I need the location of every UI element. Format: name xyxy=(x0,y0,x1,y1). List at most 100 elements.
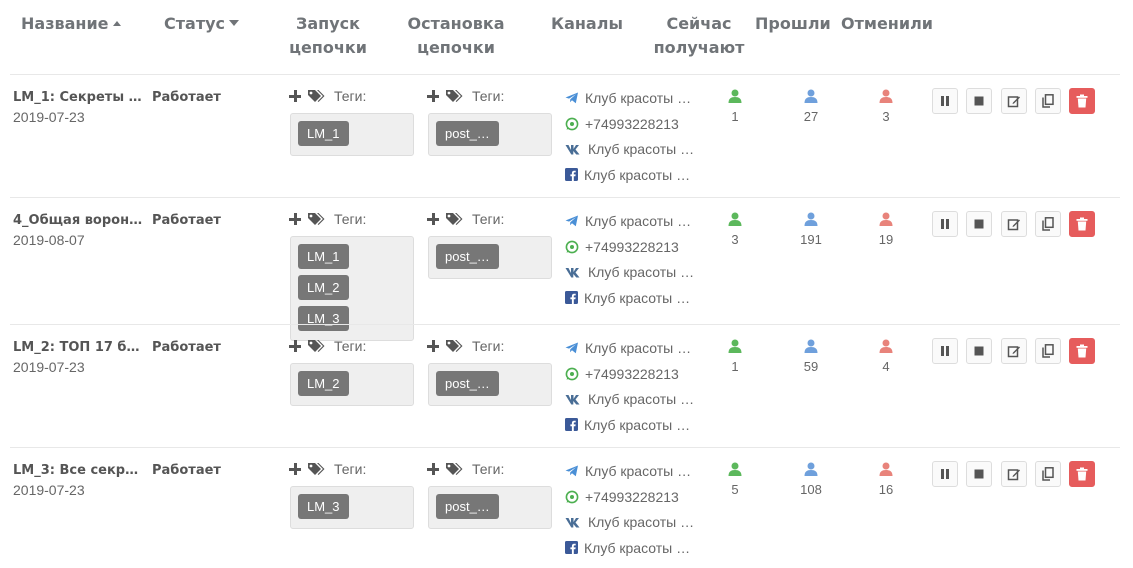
add-start-tag-icon[interactable] xyxy=(289,90,301,102)
dropdown-caret-icon xyxy=(229,20,239,26)
tag-chip[interactable]: LM_1 xyxy=(298,244,349,269)
tag-chip[interactable]: LM_2 xyxy=(298,371,349,396)
channel-item[interactable]: Клуб красоты … xyxy=(565,386,694,412)
edit-button[interactable] xyxy=(1001,461,1027,487)
tag-chip[interactable]: post_… xyxy=(436,121,499,146)
add-start-tag-icon[interactable] xyxy=(289,340,301,352)
tag-chip[interactable]: post_… xyxy=(436,371,499,396)
channel-item[interactable]: Клуб красоты … xyxy=(565,458,694,484)
telegram-icon xyxy=(565,465,578,477)
tag-chip[interactable]: LM_3 xyxy=(298,494,349,519)
channel-item[interactable]: Клуб красоты … xyxy=(565,162,694,188)
user-red-icon xyxy=(879,462,893,476)
channel-item[interactable]: +74993228213 xyxy=(565,361,694,387)
user-red-icon xyxy=(879,89,893,103)
edit-icon xyxy=(1007,96,1020,108)
delete-button[interactable] xyxy=(1069,461,1095,487)
channel-item[interactable]: +74993228213 xyxy=(565,484,694,510)
stop-tags-box[interactable]: post_… xyxy=(428,236,552,279)
channel-item[interactable]: Клуб красоты … xyxy=(565,509,694,535)
tag-chip[interactable]: LM_2 xyxy=(298,275,349,300)
column-start-header: Запуск цепочки xyxy=(289,14,367,57)
chain-status: Работает xyxy=(152,213,221,228)
stop-tags-box[interactable]: post_… xyxy=(428,363,552,406)
chain-name[interactable]: LM_1: Секреты N… xyxy=(13,90,143,105)
tags-icon xyxy=(446,340,463,352)
channel-item[interactable]: Клуб красоты … xyxy=(565,285,694,311)
edit-icon xyxy=(1007,346,1020,358)
add-stop-tag-icon[interactable] xyxy=(427,340,439,352)
channel-item[interactable]: Клуб красоты … xyxy=(565,335,694,361)
copy-button[interactable] xyxy=(1035,88,1061,114)
edit-button[interactable] xyxy=(1001,211,1027,237)
channel-item[interactable]: Клуб красоты … xyxy=(565,412,694,438)
telegram-icon xyxy=(565,215,578,227)
copy-button[interactable] xyxy=(1035,461,1061,487)
pause-button[interactable] xyxy=(932,461,958,487)
add-stop-tag-icon[interactable] xyxy=(427,90,439,102)
column-name-header[interactable]: Название xyxy=(21,12,121,36)
add-start-tag-icon[interactable] xyxy=(289,463,301,475)
copy-button[interactable] xyxy=(1035,211,1061,237)
start-tags-box[interactable]: LM_3 xyxy=(290,486,414,529)
edit-button[interactable] xyxy=(1001,88,1027,114)
channel-item[interactable]: Клуб красоты … xyxy=(565,535,694,561)
chain-name[interactable]: 4_Общая ворон… xyxy=(13,213,143,228)
cancelled-stat: 16 xyxy=(866,462,906,497)
chain-name[interactable]: LM_3: Все секрет… xyxy=(13,463,143,478)
start-tags-box[interactable]: LM_1 xyxy=(290,113,414,156)
chain-date: 2019-08-07 xyxy=(13,232,85,248)
column-status-header[interactable]: Статус xyxy=(164,12,239,36)
start-tags-header: Теги: xyxy=(289,211,366,227)
delete-button[interactable] xyxy=(1069,211,1095,237)
start-tags-header: Теги: xyxy=(289,88,366,104)
user-green-icon xyxy=(728,462,742,476)
tag-chip[interactable]: post_… xyxy=(436,244,499,269)
telegram-icon xyxy=(565,92,578,104)
tags-icon xyxy=(308,340,325,352)
edit-button[interactable] xyxy=(1001,338,1027,364)
cancelled-stat: 19 xyxy=(866,212,906,247)
channel-item[interactable]: Клуб красоты … xyxy=(565,259,694,285)
column-now-header: Сейчас получают xyxy=(653,14,745,57)
stop-button[interactable] xyxy=(966,338,992,364)
add-stop-tag-icon[interactable] xyxy=(427,463,439,475)
stop-icon xyxy=(974,219,984,229)
tag-chip[interactable]: LM_3 xyxy=(298,306,349,331)
stop-tags-box[interactable]: post_… xyxy=(428,486,552,529)
pause-button[interactable] xyxy=(932,88,958,114)
tag-chip[interactable]: post_… xyxy=(436,494,499,519)
tag-chip[interactable]: LM_1 xyxy=(298,121,349,146)
start-tags-box[interactable]: LM_1 LM_2 LM_3 xyxy=(290,236,414,341)
tags-icon xyxy=(308,463,325,475)
stop-button[interactable] xyxy=(966,88,992,114)
channel-list: Клуб красоты … +74993228213 Клуб красоты …… xyxy=(565,208,694,311)
channel-item[interactable]: Клуб красоты … xyxy=(565,85,694,111)
tags-icon xyxy=(446,90,463,102)
add-stop-tag-icon[interactable] xyxy=(427,213,439,225)
delete-button[interactable] xyxy=(1069,338,1095,364)
add-start-tag-icon[interactable] xyxy=(289,213,301,225)
channel-item[interactable]: Клуб красоты … xyxy=(565,208,694,234)
copy-button[interactable] xyxy=(1035,338,1061,364)
passed-stat: 59 xyxy=(791,339,831,374)
stop-button[interactable] xyxy=(966,461,992,487)
pause-button[interactable] xyxy=(932,211,958,237)
chain-name[interactable]: LM_2: ТОП 17 бь… xyxy=(13,340,143,355)
whatsapp-icon xyxy=(565,240,579,253)
user-blue-icon xyxy=(804,462,818,476)
chain-status: Работает xyxy=(152,340,221,355)
channel-item[interactable]: +74993228213 xyxy=(565,111,694,137)
start-tags-box[interactable]: LM_2 xyxy=(290,363,414,406)
now-receiving-stat: 5 xyxy=(715,462,755,497)
user-blue-icon xyxy=(804,89,818,103)
stop-button[interactable] xyxy=(966,211,992,237)
channel-item[interactable]: +74993228213 xyxy=(565,234,694,260)
pause-icon xyxy=(941,96,949,106)
pause-button[interactable] xyxy=(932,338,958,364)
whatsapp-icon xyxy=(565,367,579,380)
channel-item[interactable]: Клуб красоты … xyxy=(565,136,694,162)
stop-tags-box[interactable]: post_… xyxy=(428,113,552,156)
delete-button[interactable] xyxy=(1069,88,1095,114)
now-receiving-stat: 3 xyxy=(715,212,755,247)
